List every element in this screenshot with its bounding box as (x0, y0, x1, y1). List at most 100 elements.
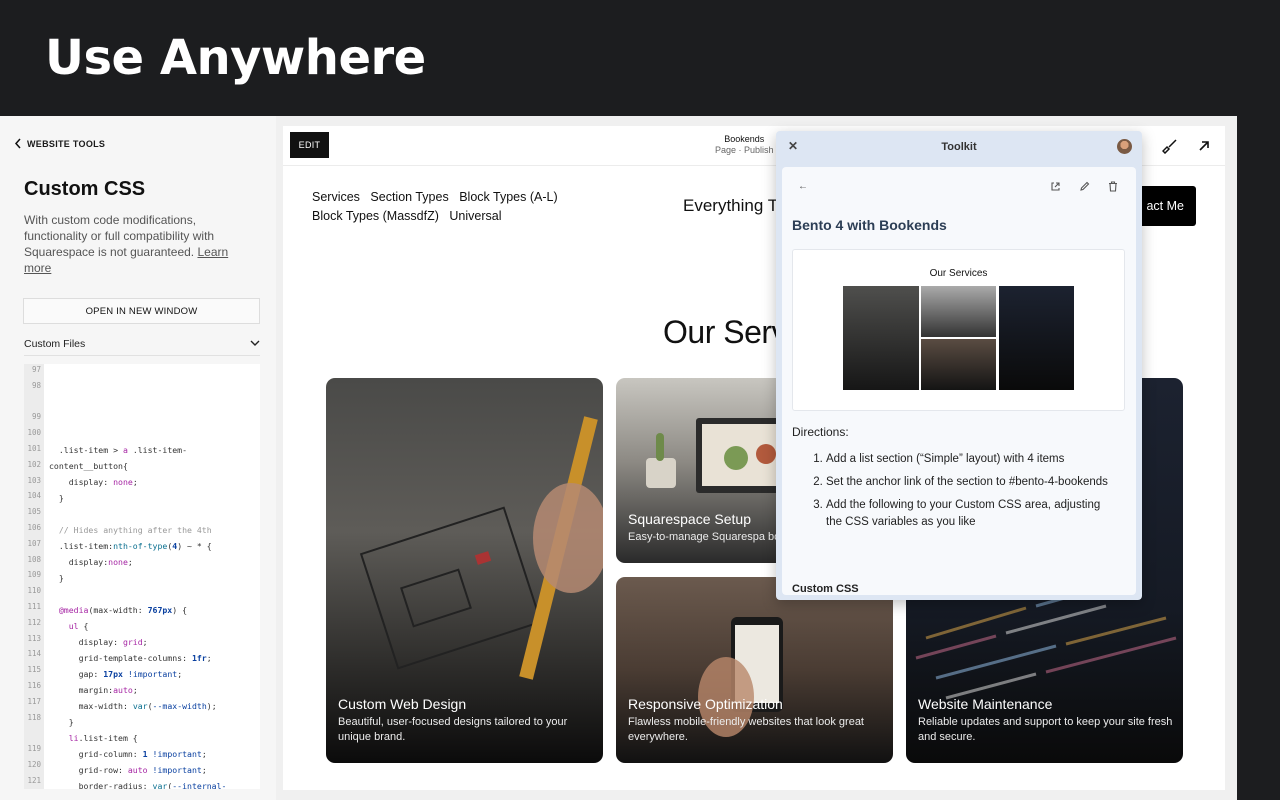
thumbnail-title: Our Services (929, 268, 988, 279)
nav-item-block-types-massdfz[interactable]: Block Types (MassdfZ) (312, 209, 439, 223)
custom-files-dropdown[interactable]: Custom Files (24, 332, 260, 356)
code-line: display: grid; (49, 637, 148, 647)
page-info[interactable]: Bookends Page · Publish (715, 134, 774, 156)
code-line: } (49, 717, 74, 727)
toolkit-title: Toolkit (941, 141, 977, 153)
section-title: Our Serv (663, 314, 788, 350)
line-number: 109 (27, 570, 41, 580)
code-line: gap: 17px !important; (49, 669, 183, 679)
panel-description-text: With custom code modifications, function… (24, 213, 215, 259)
line-number: 107 (27, 538, 41, 548)
arrow-left-icon[interactable]: ← (798, 181, 808, 192)
line-number: 121 (27, 775, 41, 785)
line-number: 98 (31, 380, 41, 390)
direction-step: Set the anchor link of the section to #b… (826, 474, 1112, 491)
line-number: 112 (27, 617, 41, 627)
toolkit-popup: ✕ Toolkit ← Bento 4 with Bookends Our Se… (776, 131, 1142, 600)
card-description: Beautiful, user-focused designs tailored… (338, 716, 568, 743)
card-title: Responsive Optimization (628, 696, 783, 712)
nav-item-section-types[interactable]: Section Types (370, 190, 448, 204)
service-card[interactable]: Custom Web Design Beautiful, user-focuse… (326, 378, 603, 763)
line-number: 113 (27, 633, 41, 643)
toolkit-header: ✕ Toolkit (776, 131, 1142, 163)
pencil-icon[interactable] (1079, 181, 1090, 195)
code-line: max-width: var(--max-width); (49, 701, 217, 711)
page-name: Bookends (724, 134, 765, 144)
code-line: grid-row: auto !important; (49, 765, 207, 775)
site-title[interactable]: Everything T (683, 196, 778, 216)
preview-thumbnail: Our Services (792, 249, 1125, 411)
back-label: WEBSITE TOOLS (27, 138, 106, 149)
chevron-left-icon (14, 138, 21, 149)
card-title: Custom Web Design (338, 696, 467, 712)
code-line: .list-item > a .list-item- (49, 445, 188, 455)
open-in-new-window-button[interactable]: OPEN IN NEW WINDOW (23, 298, 260, 324)
line-number: 101 (27, 444, 41, 453)
toolkit-item-title: Bento 4 with Bookends (792, 217, 947, 233)
code-line: ul { (68, 621, 89, 631)
line-number: 97 (31, 365, 41, 374)
card-label: Responsive Optimization Flawless mobile-… (628, 696, 893, 745)
brush-icon[interactable] (1160, 136, 1180, 156)
line-number: 119 (27, 744, 41, 754)
card-title: Website Maintenance (918, 696, 1053, 712)
custom-css-heading: Custom CSS (792, 583, 859, 595)
nav-item-block-types-a-l[interactable]: Block Types (A-L) (459, 190, 557, 204)
directions-label: Directions: (792, 425, 849, 439)
line-number: 106 (27, 523, 41, 532)
hero-title: Use Anywhere (45, 30, 426, 86)
custom-files-label: Custom Files (24, 337, 86, 350)
site-nav: Services Section Types Block Types (A-L)… (312, 188, 602, 226)
thumbnail-tile (921, 286, 996, 337)
nav-item-universal[interactable]: Universal (449, 209, 501, 223)
page-status: Page · Publish (715, 145, 774, 155)
thumbnail-tile (921, 339, 996, 390)
line-number: 102 (27, 459, 41, 469)
card-label: Custom Web Design Beautiful, user-focuse… (338, 696, 603, 745)
back-link[interactable]: WEBSITE TOOLS (14, 138, 105, 149)
expand-icon[interactable] (1194, 136, 1214, 156)
code-line: li.list-item { (68, 733, 138, 743)
avatar[interactable] (1117, 139, 1132, 154)
code-line: } (49, 573, 64, 583)
line-number: 114 (27, 649, 41, 659)
toolkit-body: ← Bento 4 with Bookends Our Services Dir… (782, 167, 1136, 595)
line-number: 100 (27, 428, 41, 438)
service-card[interactable]: Responsive Optimization Flawless mobile-… (616, 577, 893, 763)
line-number: 108 (27, 554, 41, 564)
code-editor[interactable]: 97 98 99 100 101 102 103 104 105 106 107 108 109 110 1… (24, 364, 260, 789)
direction-step: Add a list section (“Simple” layout) wit… (826, 451, 1112, 468)
card-description: Flawless mobile-friendly websites that l… (628, 716, 864, 743)
nav-item-services[interactable]: Services (312, 190, 360, 204)
line-number: 105 (27, 507, 41, 517)
code-line: .list-item:nth-of-type(4) ~ * { (49, 541, 212, 551)
line-number: 115 (27, 665, 41, 675)
edit-button[interactable]: EDIT (290, 132, 329, 158)
trash-icon[interactable] (1108, 181, 1118, 195)
line-number: 110 (27, 586, 41, 596)
panel-description: With custom code modifications, function… (24, 212, 246, 276)
external-link-icon[interactable] (1050, 181, 1061, 195)
custom-css-panel: WEBSITE TOOLS Custom CSS With custom cod… (0, 116, 276, 800)
chevron-down-icon (250, 340, 260, 346)
line-number: 111 (27, 602, 41, 611)
card-description: Reliable updates and support to keep you… (918, 716, 1173, 743)
code-line: margin:auto; (49, 685, 138, 695)
close-icon[interactable]: ✕ (788, 139, 798, 153)
line-number: 117 (27, 696, 41, 706)
line-number: 103 (27, 475, 41, 485)
directions-list: Add a list section (“Simple” layout) wit… (792, 451, 1112, 537)
line-number: 120 (27, 760, 41, 769)
card-label: Website Maintenance Reliable updates and… (918, 696, 1183, 745)
code-line: @media(max-width: 767px) { (58, 605, 188, 615)
line-number: 118 (27, 712, 41, 722)
line-number: 104 (27, 491, 41, 501)
line-number: 99 (31, 412, 41, 422)
panel-title: Custom CSS (24, 178, 146, 200)
code-line: border-radius: var(--internal- (49, 781, 227, 789)
code-line: grid-column: 1 !important; (49, 749, 207, 759)
code-line: display:none; (49, 557, 133, 567)
screen: Use Anywhere WEBSITE TOOLS Custom CSS Wi… (0, 0, 1280, 800)
code-line: content__button{ (49, 461, 128, 471)
code-comment: // Hides anything after the 4th (49, 525, 212, 535)
